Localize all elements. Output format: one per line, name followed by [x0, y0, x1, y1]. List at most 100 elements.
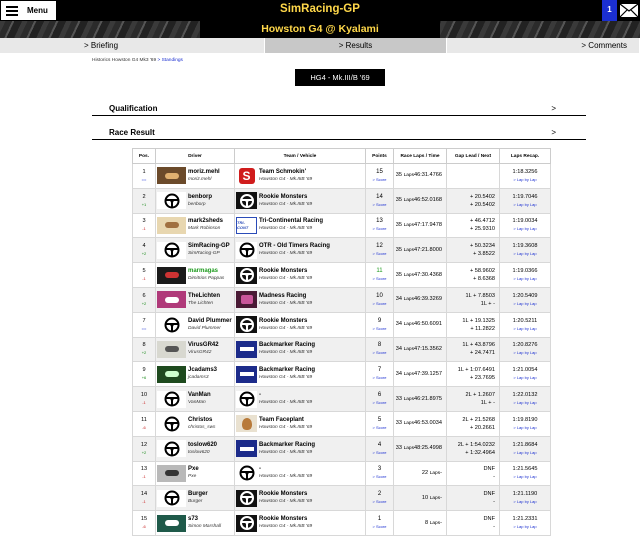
team-cell[interactable]: Backmarker Racing Howston G4 - Mk.IIIB '6… — [234, 336, 366, 363]
score-link[interactable]: > Score — [367, 275, 393, 283]
driver-name[interactable]: VanMan — [188, 391, 211, 399]
team-name[interactable]: OTR - Old Timers Racing — [259, 242, 330, 250]
team-name[interactable]: - — [259, 465, 312, 473]
driver-name[interactable]: Jcadams3 — [188, 366, 217, 374]
driver-cell[interactable]: moriz.mehl moriz.mehl — [155, 163, 235, 189]
lap-by-lap-link[interactable]: > Lap by Lap — [501, 176, 550, 184]
team-cell[interactable]: OTR - Old Timers Racing Howston G4 - Mk.I… — [234, 237, 366, 264]
driver-cell[interactable]: toslow620 toslow620 — [155, 435, 235, 462]
col-recap[interactable]: Laps Recap. — [499, 148, 551, 164]
team-cell[interactable]: Team Faceplant Howston G4 - Mk.IIIB '69 — [234, 410, 366, 437]
driver-cell[interactable]: Christos christos_sws — [155, 410, 235, 437]
notification-badge[interactable]: 1 — [602, 0, 617, 21]
tab-comments[interactable]: > Comments — [446, 38, 640, 53]
score-link[interactable]: > Score — [367, 449, 393, 457]
driver-cell[interactable]: TheLichten The Lichten — [155, 286, 235, 313]
lap-by-lap-link[interactable]: > Lap by Lap — [501, 275, 550, 283]
team-cell[interactable]: Backmarker Racing Howston G4 - Mk.IIIB '6… — [234, 435, 366, 462]
driver-cell[interactable]: mark2sheds Mark Robinson — [155, 212, 235, 239]
score-link[interactable]: > Score — [367, 349, 393, 357]
lap-by-lap-link[interactable]: > Lap by Lap — [501, 374, 550, 382]
driver-cell[interactable]: VirusGR42 VirusGR42 — [155, 336, 235, 363]
mail-icon[interactable] — [619, 2, 639, 19]
team-name[interactable]: Tri-Continental Racing — [259, 217, 323, 225]
lap-by-lap-link[interactable]: > Lap by Lap — [501, 349, 550, 357]
score-link[interactable]: > Score — [367, 201, 393, 209]
col-driver[interactable]: Driver — [155, 148, 235, 164]
driver-name[interactable]: Burger — [188, 490, 208, 498]
menu-button[interactable]: Menu — [0, 0, 57, 21]
driver-name[interactable]: TheLichten — [188, 292, 220, 300]
team-name[interactable]: Backmarker Racing — [259, 366, 315, 374]
score-link[interactable]: > Score — [367, 424, 393, 432]
team-cell[interactable]: Rookie Monsters Howston G4 - Mk.IIIB '69 — [234, 187, 366, 214]
driver-name[interactable]: benborp — [188, 193, 212, 201]
tab-results[interactable]: > Results — [265, 38, 447, 53]
team-name[interactable]: Team Schmokin' — [259, 168, 312, 176]
score-link[interactable]: > Score — [367, 176, 393, 184]
score-link[interactable]: > Score — [367, 225, 393, 233]
driver-cell[interactable]: VanMan VanMan — [155, 386, 235, 412]
team-cell[interactable]: Backmarker Racing Howston G4 - Mk.IIIB '6… — [234, 361, 366, 388]
driver-cell[interactable]: benborp benborp — [155, 187, 235, 214]
team-name[interactable]: Backmarker Racing — [259, 441, 315, 449]
driver-name[interactable]: David Plummer — [188, 317, 232, 325]
col-laps-time[interactable]: Race Laps / Time — [393, 148, 447, 164]
tab-briefing[interactable]: > Briefing — [0, 38, 266, 53]
breadcrumb-root[interactable]: Historics — [92, 58, 110, 63]
score-link[interactable]: > Score — [367, 374, 393, 382]
score-link[interactable]: > Score — [367, 523, 393, 531]
qualification-section[interactable]: Qualification > — [92, 102, 586, 116]
driver-name[interactable]: moriz.mehl — [188, 168, 220, 176]
lap-by-lap-link[interactable]: > Lap by Lap — [501, 424, 550, 432]
team-name[interactable]: Rookie Monsters — [259, 490, 312, 498]
col-gap[interactable]: Gap Lead / Next — [446, 148, 500, 164]
driver-name[interactable]: SimRacing-GP — [188, 242, 230, 250]
lap-by-lap-link[interactable]: > Lap by Lap — [501, 300, 550, 308]
lap-by-lap-link[interactable]: > Lap by Lap — [501, 399, 550, 407]
lap-by-lap-link[interactable]: > Lap by Lap — [501, 201, 550, 209]
lap-by-lap-link[interactable]: > Lap by Lap — [501, 250, 550, 258]
team-cell[interactable]: Rookie Monsters Howston G4 - Mk.IIIB '69 — [234, 510, 366, 536]
score-link[interactable]: > Score — [367, 325, 393, 333]
driver-cell[interactable]: marmagas Dimitrios Pappas — [155, 262, 235, 288]
team-name[interactable]: Madness Racing — [259, 292, 312, 300]
driver-cell[interactable]: s73 Simon Marshall — [155, 510, 235, 536]
team-cell[interactable]: - Howston G4 - Mk.IIIB '69 — [234, 386, 366, 412]
driver-cell[interactable]: Burger Burger — [155, 485, 235, 512]
team-cell[interactable]: Rookie Monsters Howston G4 - Mk.IIIB '69 — [234, 311, 366, 338]
team-name[interactable]: Rookie Monsters — [259, 267, 312, 275]
team-cell[interactable]: Rookie Monsters Howston G4 - Mk.IIIB '69 — [234, 262, 366, 288]
driver-name[interactable]: toslow620 — [188, 441, 217, 449]
driver-name[interactable]: VirusGR42 — [188, 341, 219, 349]
lap-by-lap-link[interactable]: > Lap by Lap — [501, 498, 550, 506]
col-points[interactable]: Points — [365, 148, 394, 164]
breadcrumb-current[interactable]: > Standings — [157, 58, 182, 63]
driver-cell[interactable]: Pxe Pxe — [155, 460, 235, 487]
team-cell[interactable]: - Howston G4 - Mk.IIIB '69 — [234, 460, 366, 487]
team-name[interactable]: - — [259, 391, 312, 399]
team-name[interactable]: Rookie Monsters — [259, 317, 312, 325]
team-cell[interactable]: Madness Racing Howston G4 - Mk.IIIB '69 — [234, 286, 366, 313]
col-team[interactable]: Team / Vehicle — [234, 148, 366, 164]
score-link[interactable]: > Score — [367, 498, 393, 506]
driver-name[interactable]: mark2sheds — [188, 217, 223, 225]
driver-name[interactable]: s73 — [188, 515, 221, 523]
event-class-button[interactable]: HG4 - Mk.III/B '69 — [295, 69, 385, 86]
team-name[interactable]: Backmarker Racing — [259, 341, 315, 349]
score-link[interactable]: > Score — [367, 300, 393, 308]
team-name[interactable]: Rookie Monsters — [259, 515, 312, 523]
race-result-section[interactable]: Race Result > — [92, 126, 586, 140]
lap-by-lap-link[interactable]: > Lap by Lap — [501, 225, 550, 233]
breadcrumb-event[interactable]: Howston G4 Mk3 '69 — [112, 58, 156, 63]
team-name[interactable]: Team Faceplant — [259, 416, 312, 424]
score-link[interactable]: > Score — [367, 399, 393, 407]
driver-cell[interactable]: SimRacing-GP SimRacing-GP — [155, 237, 235, 264]
col-pos[interactable]: Pos. — [132, 148, 156, 164]
team-cell[interactable]: S Team Schmokin' Howston G4 - Mk.IIIB '69 — [234, 163, 366, 189]
team-cell[interactable]: TRI-CONT Tri-Continental Racing Howston G4… — [234, 212, 366, 239]
lap-by-lap-link[interactable]: > Lap by Lap — [501, 325, 550, 333]
score-link[interactable]: > Score — [367, 473, 393, 481]
score-link[interactable]: > Score — [367, 250, 393, 258]
driver-cell[interactable]: Jcadams3 jcadams3 — [155, 361, 235, 388]
